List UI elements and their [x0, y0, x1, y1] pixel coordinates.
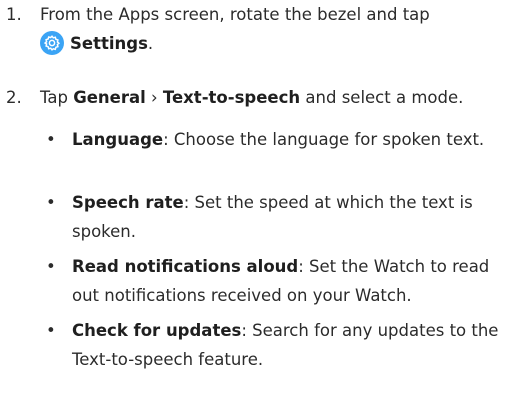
step-text: From the Apps screen, rotate the bezel a…: [40, 0, 511, 58]
bullet-text: Read notifications aloud: Set the Watch …: [72, 252, 499, 310]
bullet-term: Check for updates: [72, 321, 242, 340]
step-text: Tap General › Text-to-speech and select …: [40, 83, 511, 112]
bullet-dot: •: [46, 130, 56, 149]
text-to-speech-label: Text-to-speech: [162, 88, 301, 107]
bullet-dot: •: [46, 257, 56, 276]
bullet-term: Read notifications aloud: [72, 257, 299, 276]
step-text-end: .: [147, 34, 154, 53]
step-text-intro: From the Apps screen, rotate the bezel a…: [40, 5, 430, 24]
instructions-page: 1. From the Apps screen, rotate the beze…: [0, 0, 529, 408]
settings-label: Settings: [70, 34, 148, 53]
bullet-text: Language: Choose the language for spoken…: [72, 125, 499, 154]
general-label: General: [73, 88, 146, 107]
step-text-end: and select a mode.: [305, 88, 464, 107]
settings-gear-icon: [40, 31, 64, 55]
step-text-intro: Tap: [40, 88, 68, 107]
bullet-term: Speech rate: [72, 193, 184, 212]
bullet-text: Speech rate: Set the speed at which the …: [72, 188, 499, 246]
chevron-separator: ›: [151, 88, 158, 107]
bullet-dot: •: [46, 321, 56, 340]
bullet-text: Check for updates: Search for any update…: [72, 316, 499, 374]
step-number: 2.: [6, 88, 22, 107]
bullet-dot: •: [46, 193, 56, 212]
step-number: 1.: [6, 5, 22, 24]
bullet-desc: : Choose the language for spoken text.: [163, 130, 485, 149]
bullet-term: Language: [72, 130, 164, 149]
